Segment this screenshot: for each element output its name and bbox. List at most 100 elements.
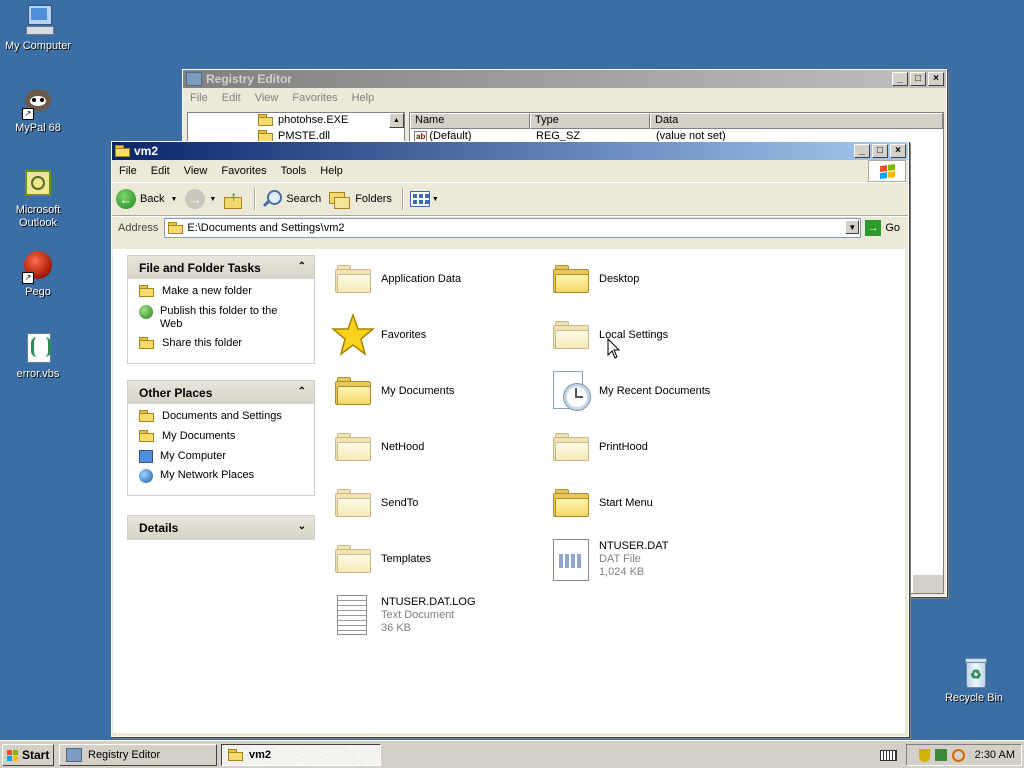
file-item[interactable]: My Documents bbox=[331, 369, 454, 413]
file-name: Favorites bbox=[381, 328, 427, 341]
desktop-icon-pego[interactable]: ↗ Pego bbox=[0, 250, 76, 299]
text-document-icon bbox=[337, 595, 367, 635]
maximize-button[interactable]: □ bbox=[910, 72, 926, 86]
network-tray-icon[interactable] bbox=[934, 749, 947, 761]
file-item[interactable]: Application Data bbox=[331, 257, 461, 301]
folders-button[interactable]: Folders bbox=[329, 189, 392, 209]
desktop-icon-outlook[interactable]: Microsoft Outlook bbox=[0, 168, 76, 230]
security-shield-icon[interactable] bbox=[918, 748, 930, 762]
task-label: Make a new folder bbox=[162, 285, 252, 297]
column-data[interactable]: Data bbox=[650, 113, 943, 129]
address-dropdown-button[interactable]: ▼ bbox=[845, 220, 860, 234]
tree-item[interactable]: photohse.EXE bbox=[258, 114, 348, 126]
task-make-new-folder[interactable]: Make a new folder bbox=[139, 285, 314, 299]
expand-icon: ⌄ bbox=[297, 521, 306, 532]
registry-titlebar[interactable]: Registry Editor _ □ × bbox=[183, 70, 946, 88]
taskbar-button-vm2[interactable]: vm2 bbox=[221, 744, 381, 766]
file-item[interactable]: Start Menu bbox=[549, 481, 653, 525]
menu-favorites[interactable]: Favorites bbox=[214, 165, 273, 177]
explorer-window[interactable]: vm2 _ □ × File Edit View Favorites Tools… bbox=[111, 141, 909, 737]
size-grip[interactable] bbox=[913, 575, 943, 593]
views-button[interactable]: ▼ bbox=[409, 191, 439, 207]
back-label: Back bbox=[140, 193, 165, 205]
explorer-titlebar[interactable]: vm2 _ □ × bbox=[112, 142, 908, 160]
menu-file[interactable]: File bbox=[183, 92, 215, 104]
folder-icon bbox=[115, 145, 130, 157]
maximize-button[interactable]: □ bbox=[872, 144, 888, 158]
file-item[interactable]: NTUSER.DAT.LOG Text Document 36 KB bbox=[331, 593, 476, 637]
panel-title: File and Folder Tasks bbox=[139, 260, 261, 275]
place-my-documents[interactable]: My Documents bbox=[139, 430, 314, 444]
desktop-icon-label: My Computer bbox=[4, 40, 72, 52]
menu-view[interactable]: View bbox=[248, 92, 286, 104]
globe-icon bbox=[139, 305, 153, 319]
panel-header[interactable]: Details ⌄ bbox=[128, 516, 314, 539]
chevron-down-icon: ▼ bbox=[848, 222, 857, 232]
forward-button[interactable]: → ▼ bbox=[185, 189, 216, 209]
keyboard-icon[interactable] bbox=[880, 750, 897, 761]
task-share-folder[interactable]: Share this folder bbox=[139, 337, 314, 351]
panel-header[interactable]: File and Folder Tasks ⌃ bbox=[128, 256, 314, 279]
minimize-icon: _ bbox=[897, 73, 903, 84]
address-input[interactable]: E:\Documents and Settings\vm2 ▼ bbox=[164, 218, 862, 238]
my-documents-icon bbox=[139, 430, 155, 444]
folder-icon bbox=[335, 265, 371, 293]
column-type[interactable]: Type bbox=[530, 113, 650, 129]
file-name: Application Data bbox=[381, 272, 462, 285]
file-item[interactable]: My Recent Documents bbox=[549, 369, 710, 413]
search-tray-icon[interactable] bbox=[951, 748, 965, 762]
desktop-icon-mypal[interactable]: ↗ MyPal 68 bbox=[0, 86, 76, 135]
folder-icon bbox=[168, 222, 184, 234]
column-name[interactable]: Name bbox=[410, 113, 530, 129]
file-item[interactable]: NetHood bbox=[331, 425, 424, 469]
tree-scroll-up[interactable]: ▲ bbox=[389, 113, 404, 128]
taskbar-button-registry-editor[interactable]: Registry Editor bbox=[59, 744, 217, 766]
minimize-button[interactable]: _ bbox=[854, 144, 870, 158]
windows-flag-icon bbox=[7, 749, 18, 761]
back-button[interactable]: ← Back ▼ bbox=[116, 189, 177, 209]
up-folder-button[interactable]: ↑ bbox=[224, 188, 244, 209]
start-button[interactable]: Start bbox=[2, 744, 54, 766]
desktop-icon-my-computer[interactable]: My Computer bbox=[0, 4, 76, 53]
file-item[interactable]: NTUSER.DAT DAT File 1,024 KB bbox=[549, 537, 668, 581]
task-publish-folder[interactable]: Publish this folder to the Web bbox=[139, 305, 314, 331]
toolbar-separator bbox=[254, 188, 257, 210]
menu-help[interactable]: Help bbox=[313, 165, 350, 177]
file-name: NTUSER.DAT.LOG bbox=[381, 595, 476, 608]
desktop-icon-label: Recycle Bin bbox=[944, 692, 1004, 704]
file-item[interactable]: Desktop bbox=[549, 257, 639, 301]
menu-tools[interactable]: Tools bbox=[274, 165, 314, 177]
file-name: Templates bbox=[381, 552, 432, 565]
menu-edit[interactable]: Edit bbox=[215, 92, 248, 104]
pego-icon: ↗ bbox=[22, 250, 54, 284]
file-name: NetHood bbox=[381, 440, 425, 453]
taskbar-button-label: vm2 bbox=[249, 749, 272, 761]
search-icon bbox=[262, 189, 283, 209]
clock: 2:30 AM bbox=[974, 749, 1015, 761]
file-item[interactable]: Templates bbox=[331, 537, 431, 581]
menu-view[interactable]: View bbox=[177, 165, 215, 177]
menu-help[interactable]: Help bbox=[345, 92, 382, 104]
file-folder-tasks-panel: File and Folder Tasks ⌃ Make a new folde… bbox=[127, 255, 315, 364]
close-button[interactable]: × bbox=[890, 144, 906, 158]
minimize-button[interactable]: _ bbox=[892, 72, 908, 86]
place-my-computer[interactable]: My Computer bbox=[139, 450, 314, 463]
registry-menubar: File Edit View Favorites Help bbox=[183, 88, 946, 108]
menu-favorites[interactable]: Favorites bbox=[285, 92, 344, 104]
place-my-network-places[interactable]: My Network Places bbox=[139, 469, 314, 483]
desktop-icon-recycle-bin[interactable]: ♻ Recycle Bin bbox=[936, 656, 1012, 705]
file-item[interactable]: SendTo bbox=[331, 481, 418, 525]
file-item[interactable]: Favorites bbox=[330, 312, 427, 357]
folder-icon bbox=[553, 433, 589, 461]
menu-edit[interactable]: Edit bbox=[144, 165, 177, 177]
menu-file[interactable]: File bbox=[112, 165, 144, 177]
place-documents-and-settings[interactable]: Documents and Settings bbox=[139, 410, 314, 424]
desktop-icon-label: Pego bbox=[25, 286, 51, 298]
desktop-icon-error-vbs[interactable]: error.vbs bbox=[0, 332, 76, 381]
chevron-down-icon: ▼ bbox=[209, 195, 217, 203]
panel-header[interactable]: Other Places ⌃ bbox=[128, 381, 314, 404]
search-button[interactable]: Search bbox=[262, 189, 321, 209]
close-button[interactable]: × bbox=[928, 72, 944, 86]
go-button[interactable]: → Go bbox=[865, 220, 900, 236]
file-item[interactable]: PrintHood bbox=[549, 425, 648, 469]
